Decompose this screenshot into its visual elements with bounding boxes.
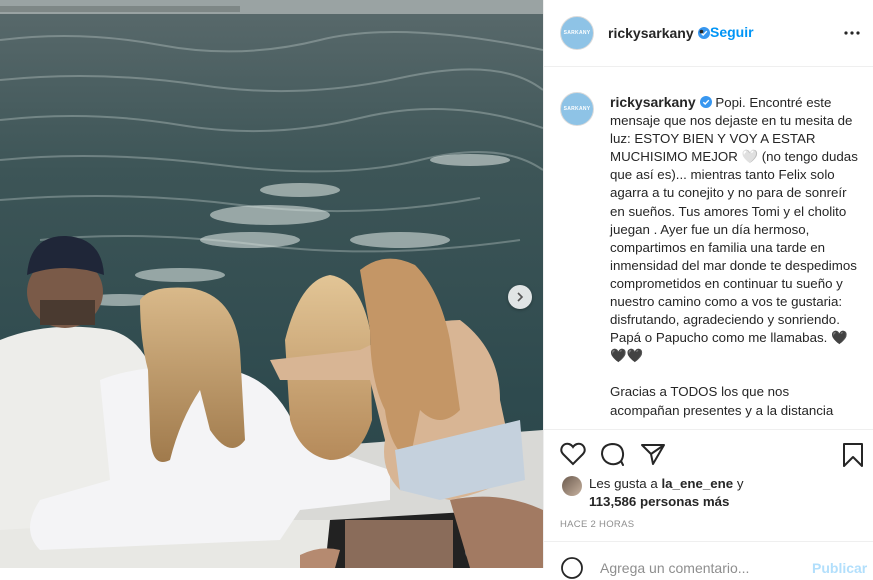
liker-avatar[interactable] bbox=[562, 476, 582, 496]
photo-image bbox=[0, 0, 543, 568]
likes-count[interactable]: 113,586 personas más bbox=[589, 494, 729, 509]
caption-text-block: rickysarkany Popi. Encontré este mensaje… bbox=[610, 93, 860, 420]
more-options-icon[interactable] bbox=[842, 22, 862, 42]
comment-input[interactable]: Agrega un comentario... bbox=[600, 560, 749, 576]
caption-avatar-logo-text: SARKANY bbox=[563, 106, 591, 112]
liker-username[interactable]: la_ene_ene bbox=[661, 476, 733, 491]
author-username[interactable]: rickysarkany bbox=[608, 25, 710, 41]
header-separator: • bbox=[699, 23, 704, 39]
likes-summary: Les gusta a la_ene_ene y 113,586 persona… bbox=[589, 475, 859, 511]
post-header: SARKANY rickysarkany • Seguir bbox=[544, 0, 873, 67]
post-timestamp[interactable]: HACE 2 HORAS bbox=[560, 519, 634, 530]
caption-username-text[interactable]: rickysarkany bbox=[610, 94, 696, 110]
follow-button[interactable]: Seguir bbox=[710, 24, 754, 40]
caption-body-2: Gracias a TODOS los que nos acompañan pr… bbox=[610, 384, 834, 418]
caption-section: SARKANY rickysarkany Popi. Encontré este… bbox=[544, 67, 873, 429]
post-comment-button[interactable]: Publicar bbox=[812, 560, 867, 576]
caption-body: Popi. Encontré este mensaje que nos deja… bbox=[610, 95, 858, 364]
verified-badge-icon bbox=[699, 96, 712, 108]
emoji-icon[interactable] bbox=[560, 556, 584, 580]
caption-username[interactable]: rickysarkany bbox=[610, 94, 712, 110]
author-username-text[interactable]: rickysarkany bbox=[608, 25, 694, 41]
next-photo-button[interactable] bbox=[508, 285, 532, 309]
share-icon[interactable] bbox=[640, 442, 666, 466]
bookmark-icon[interactable] bbox=[842, 442, 864, 468]
post-side-panel: SARKANY rickysarkany • Seguir SARKANY ri… bbox=[543, 0, 873, 579]
caption-author-avatar[interactable]: SARKANY bbox=[560, 92, 594, 126]
comment-bar: Agrega un comentario... Publicar bbox=[544, 541, 873, 579]
comment-icon[interactable] bbox=[600, 442, 626, 466]
post-photo[interactable] bbox=[0, 0, 543, 568]
heart-icon[interactable] bbox=[560, 442, 586, 466]
likes-middle: y bbox=[733, 476, 744, 491]
likes-prefix: Les gusta a bbox=[589, 476, 662, 491]
chevron-right-icon bbox=[517, 292, 524, 302]
avatar-logo-text: SARKANY bbox=[563, 30, 591, 36]
author-avatar[interactable]: SARKANY bbox=[560, 16, 594, 50]
